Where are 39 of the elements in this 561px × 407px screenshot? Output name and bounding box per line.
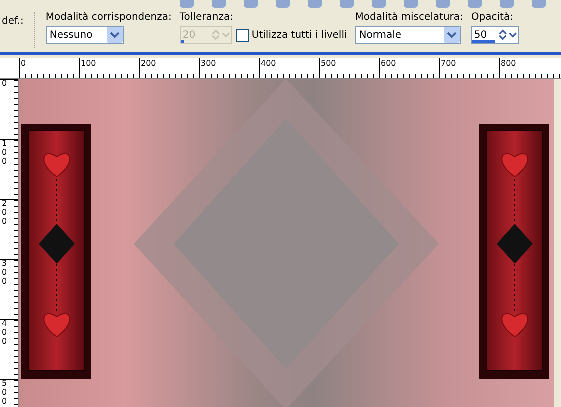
spin-arrows-icon <box>498 28 508 42</box>
toolbar-icon[interactable] <box>244 0 258 8</box>
toolbar-icon[interactable] <box>500 0 514 8</box>
match-mode-label: Modalità corrispondenza: <box>46 12 172 23</box>
toolbar-icon[interactable] <box>404 0 418 8</box>
ruler-label: 300 <box>200 59 216 68</box>
all-layers-checkbox[interactable]: Utilizza tutti i livelli <box>236 28 348 42</box>
preset-label: def.: <box>1 15 25 27</box>
ruler-label: 200 <box>140 59 156 68</box>
toolbar-icon[interactable] <box>180 0 194 8</box>
ruler-label: 100 <box>1 140 8 166</box>
spin-arrows-icon <box>210 28 221 42</box>
ruler-label: 0 <box>1 80 8 89</box>
toolbar-icon[interactable] <box>532 0 546 8</box>
ruler-label: 700 <box>440 59 456 68</box>
toolbar-icon[interactable] <box>308 0 322 8</box>
ruler-label: 100 <box>80 59 96 68</box>
ruler-label: 400 <box>1 320 8 346</box>
tolerance-label: Tolleranza: <box>180 12 234 23</box>
ruler-label: 200 <box>1 200 8 226</box>
opacity-label: Opacità: <box>471 12 514 23</box>
toolbar-icon[interactable] <box>436 0 450 8</box>
ruler-label: 500 <box>320 59 336 68</box>
blend-mode-label: Modalità miscelatura: <box>355 12 464 23</box>
ruler-label: 300 <box>1 260 8 286</box>
opacity-field[interactable]: 50 <box>471 26 520 44</box>
blend-mode-dropdown[interactable]: Normale <box>355 26 462 44</box>
toolbar-icon[interactable] <box>212 0 226 8</box>
ruler-label: 0 <box>20 59 26 68</box>
toolbar-icon[interactable] <box>372 0 386 8</box>
ruler-label: 500 <box>1 380 8 406</box>
checkbox[interactable] <box>236 28 249 42</box>
toolbar-icon[interactable] <box>340 0 354 8</box>
ruler-label: 600 <box>380 59 396 68</box>
ruler-label: 400 <box>260 59 276 68</box>
ruler-label: 800 <box>500 59 516 68</box>
toolbar-icon[interactable] <box>468 0 482 8</box>
match-mode-dropdown[interactable]: Nessuno <box>46 26 124 44</box>
toolbar-icon[interactable] <box>276 0 290 8</box>
